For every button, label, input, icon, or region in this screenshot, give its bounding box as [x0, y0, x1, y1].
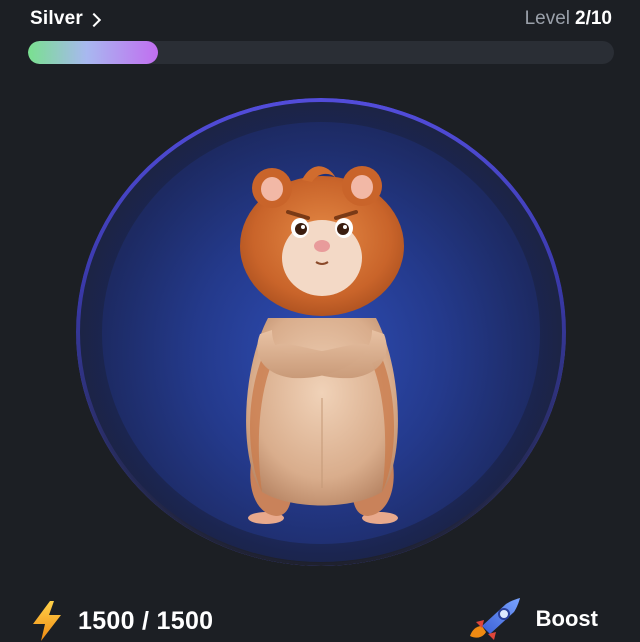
- level-progress-bar: [28, 41, 614, 64]
- energy-value: 1500 / 1500: [78, 606, 214, 635]
- chevron-right-icon: [86, 12, 102, 27]
- footer-bar: 1500 / 1500 Boost: [0, 596, 640, 642]
- hamster-character-icon[interactable]: [232, 158, 412, 530]
- boost-label: Boost: [535, 606, 598, 631]
- rocket-icon: [469, 598, 520, 640]
- level-indicator: Level 2/10: [525, 8, 612, 30]
- rank-label: Silver: [30, 8, 83, 29]
- level-label: Level: [524, 8, 570, 29]
- level-current: 2: [575, 8, 586, 29]
- boost-button[interactable]: Boost: [464, 596, 598, 642]
- rank-link[interactable]: Silver: [30, 8, 102, 30]
- level-max: 10: [590, 8, 612, 29]
- header-bar: Silver Level 2/10: [28, 8, 612, 34]
- level-progress-fill: [28, 41, 158, 64]
- energy-indicator: 1500 / 1500: [30, 600, 213, 642]
- lightning-bolt-icon: [33, 601, 61, 641]
